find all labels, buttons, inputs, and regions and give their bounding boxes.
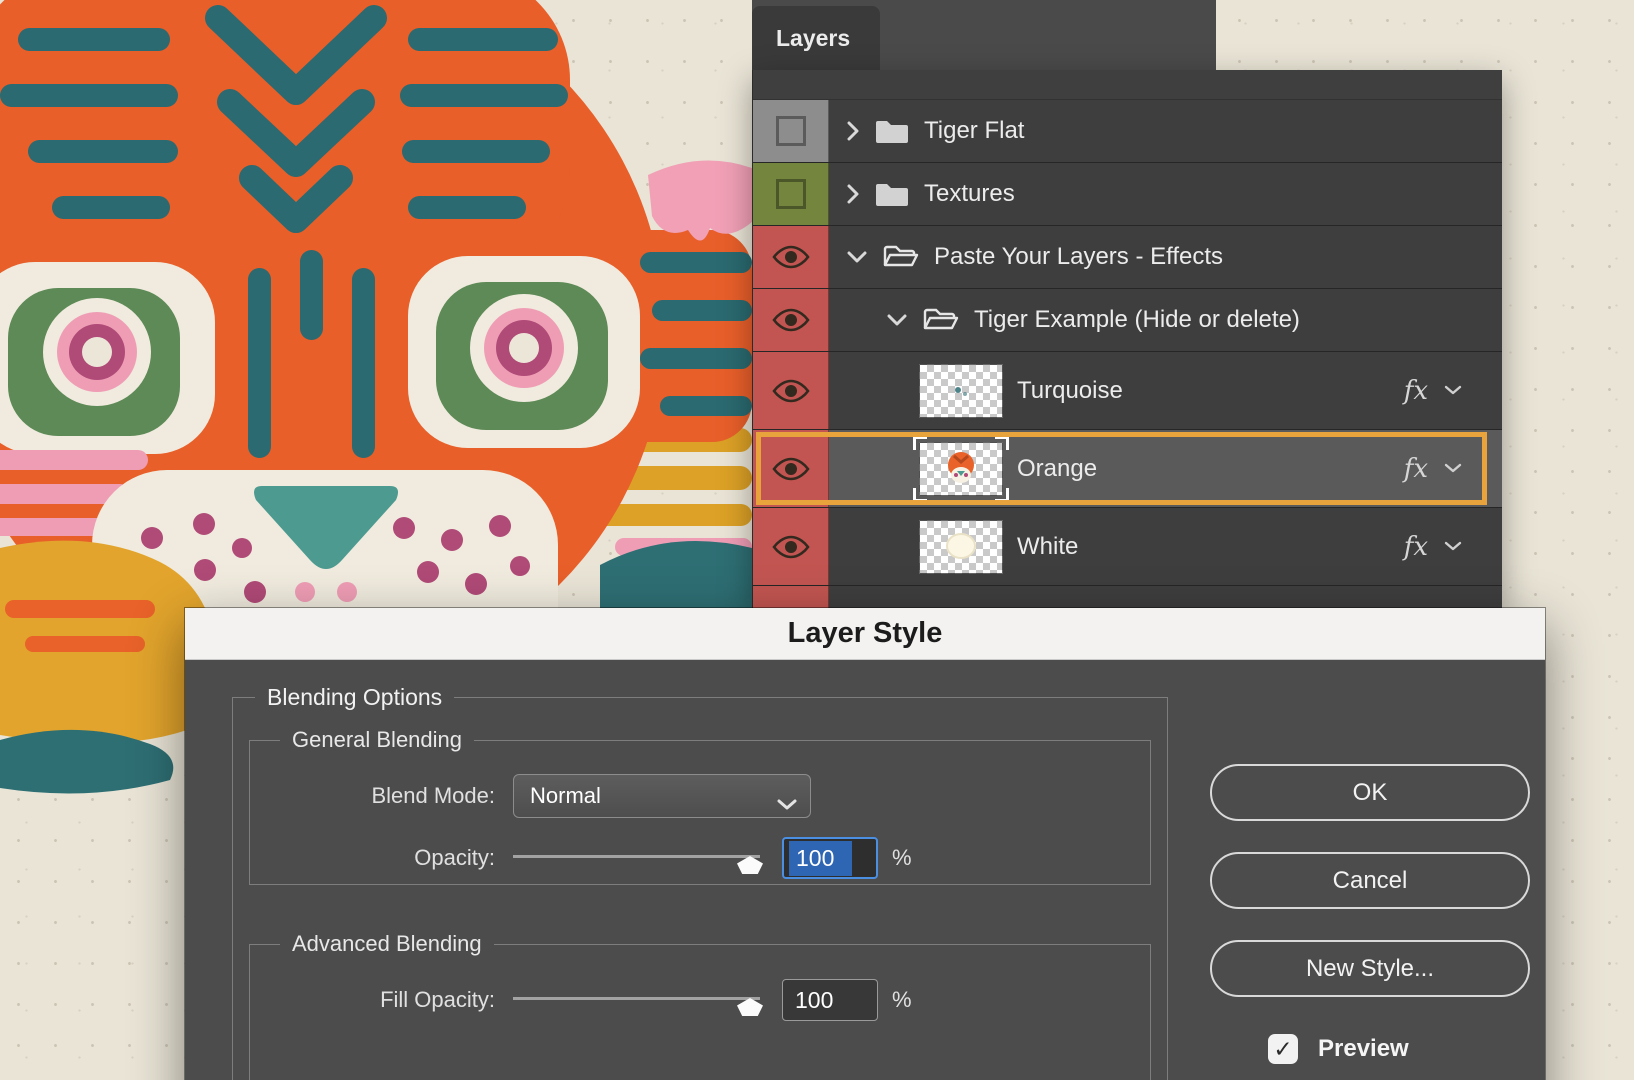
slider-track	[513, 855, 760, 858]
visibility-toggle[interactable]	[753, 586, 829, 608]
fill-opacity-value: 100	[795, 987, 833, 1014]
general-blending-label: General Blending	[280, 727, 474, 753]
dialog-header[interactable]: Layer Style	[185, 608, 1545, 660]
blend-mode-value: Normal	[530, 783, 601, 809]
visibility-toggle[interactable]	[753, 163, 829, 225]
triangle-slider-handle-icon[interactable]	[737, 998, 763, 1016]
visibility-toggle[interactable]	[753, 100, 829, 162]
layer-name: Tiger Example (Hide or delete)	[974, 306, 1300, 334]
folder-open-icon	[882, 243, 920, 271]
ok-button[interactable]: OK	[1210, 764, 1530, 821]
fill-opacity-row: Fill Opacity: 100 %	[270, 977, 1130, 1023]
slider-track	[513, 997, 760, 1000]
preview-label: Preview	[1318, 1035, 1409, 1063]
layer-name: Orange	[1017, 455, 1097, 483]
tab-layers-label: Layers	[776, 25, 850, 52]
layer-row-white[interactable]: White fx	[753, 508, 1502, 586]
opacity-label: Opacity:	[270, 845, 495, 871]
chevron-down-icon[interactable]	[886, 313, 908, 327]
blend-mode-row: Blend Mode: Normal	[270, 773, 1130, 819]
folder-icon	[874, 180, 910, 208]
opacity-input[interactable]: 100	[782, 837, 878, 879]
empty-checkbox-icon	[776, 179, 806, 209]
eye-icon	[772, 307, 810, 333]
chevron-right-icon[interactable]	[846, 183, 860, 205]
preview-option: Preview	[1210, 1034, 1530, 1064]
chevron-right-icon[interactable]	[846, 120, 860, 142]
layers-panel: Tiger Flat Textures	[752, 70, 1502, 608]
blend-mode-label: Blend Mode:	[270, 783, 495, 809]
pink-drip-shape	[648, 160, 752, 240]
layer-name: Textures	[924, 180, 1015, 208]
advanced-blending-label: Advanced Blending	[280, 931, 494, 957]
effects-chevron-down-icon[interactable]	[1444, 541, 1462, 552]
opacity-row: Opacity: 100 %	[270, 835, 1130, 881]
fx-icon[interactable]: fx	[1404, 376, 1428, 406]
opacity-slider[interactable]	[513, 845, 760, 871]
layer-thumbnail[interactable]	[919, 520, 1003, 574]
fill-opacity-unit: %	[892, 987, 912, 1013]
panel-tab-bar: Layers	[752, 0, 1216, 70]
visibility-toggle[interactable]	[753, 289, 829, 351]
layer-row-tiger-example[interactable]: Tiger Example (Hide or delete)	[753, 289, 1502, 352]
layer-row-partial[interactable]	[753, 586, 1502, 608]
layer-thumbnail[interactable]	[919, 442, 1003, 496]
layer-row-tiger-flat[interactable]: Tiger Flat	[753, 100, 1502, 163]
advanced-blending-group: Advanced Blending Fill Opacity: 100 %	[249, 931, 1151, 1080]
visibility-toggle[interactable]	[753, 508, 829, 585]
dialog-body: Blending Options General Blending Blend …	[185, 660, 1545, 1080]
visibility-toggle[interactable]	[753, 430, 829, 507]
layer-row-turquoise[interactable]: Turquoise fx	[753, 352, 1502, 430]
layer-row-orange[interactable]: Orange fx	[753, 430, 1502, 508]
blending-options-label: Blending Options	[255, 684, 454, 711]
chevron-down-icon	[776, 791, 798, 817]
new-style-button[interactable]: New Style...	[1210, 940, 1530, 997]
layer-row-paste-your-layers-effects[interactable]: Paste Your Layers - Effects	[753, 226, 1502, 289]
triangle-slider-handle-icon[interactable]	[737, 856, 763, 874]
folder-open-icon	[922, 306, 960, 334]
opacity-value: 100	[789, 841, 852, 876]
blend-mode-select[interactable]: Normal	[513, 774, 811, 818]
fx-icon[interactable]: fx	[1404, 532, 1428, 562]
fill-opacity-label: Fill Opacity:	[270, 987, 495, 1013]
opacity-unit: %	[892, 845, 912, 871]
empty-checkbox-icon	[776, 116, 806, 146]
eye-icon	[772, 244, 810, 270]
cancel-button[interactable]: Cancel	[1210, 852, 1530, 909]
dialog-title: Layer Style	[788, 617, 943, 650]
layer-row-textures[interactable]: Textures	[753, 163, 1502, 226]
visibility-toggle[interactable]	[753, 352, 829, 429]
effects-chevron-down-icon[interactable]	[1444, 463, 1462, 474]
effects-chevron-down-icon[interactable]	[1444, 385, 1462, 396]
dialog-button-column: OK Cancel New Style... Preview	[1210, 764, 1530, 1064]
layer-style-dialog: Layer Style Blending Options General Ble…	[185, 608, 1545, 1080]
folder-icon	[874, 117, 910, 145]
layer-name: White	[1017, 533, 1078, 561]
fill-opacity-input[interactable]: 100	[782, 979, 878, 1021]
blending-options-group: Blending Options General Blending Blend …	[232, 684, 1168, 1080]
fill-opacity-slider[interactable]	[513, 987, 760, 1013]
layer-name: Paste Your Layers - Effects	[934, 243, 1223, 271]
chevron-down-icon[interactable]	[846, 250, 868, 264]
general-blending-group: General Blending Blend Mode: Normal Opac…	[249, 727, 1151, 885]
tab-layers[interactable]: Layers	[752, 6, 880, 70]
layer-name: Tiger Flat	[924, 117, 1024, 145]
layer-name: Turquoise	[1017, 377, 1123, 405]
fx-icon[interactable]: fx	[1404, 454, 1428, 484]
thumbnail-tiger-art	[938, 448, 984, 490]
panel-header-strip	[753, 70, 1502, 100]
eye-icon	[772, 456, 810, 482]
preview-checkbox[interactable]	[1268, 1034, 1298, 1064]
layer-thumbnail[interactable]	[919, 364, 1003, 418]
eye-icon	[772, 534, 810, 560]
eye-icon	[772, 378, 810, 404]
screenshot-canvas: Layers Tiger Flat	[0, 0, 1634, 1080]
visibility-toggle[interactable]	[753, 226, 829, 288]
tiger-chest	[0, 541, 215, 794]
